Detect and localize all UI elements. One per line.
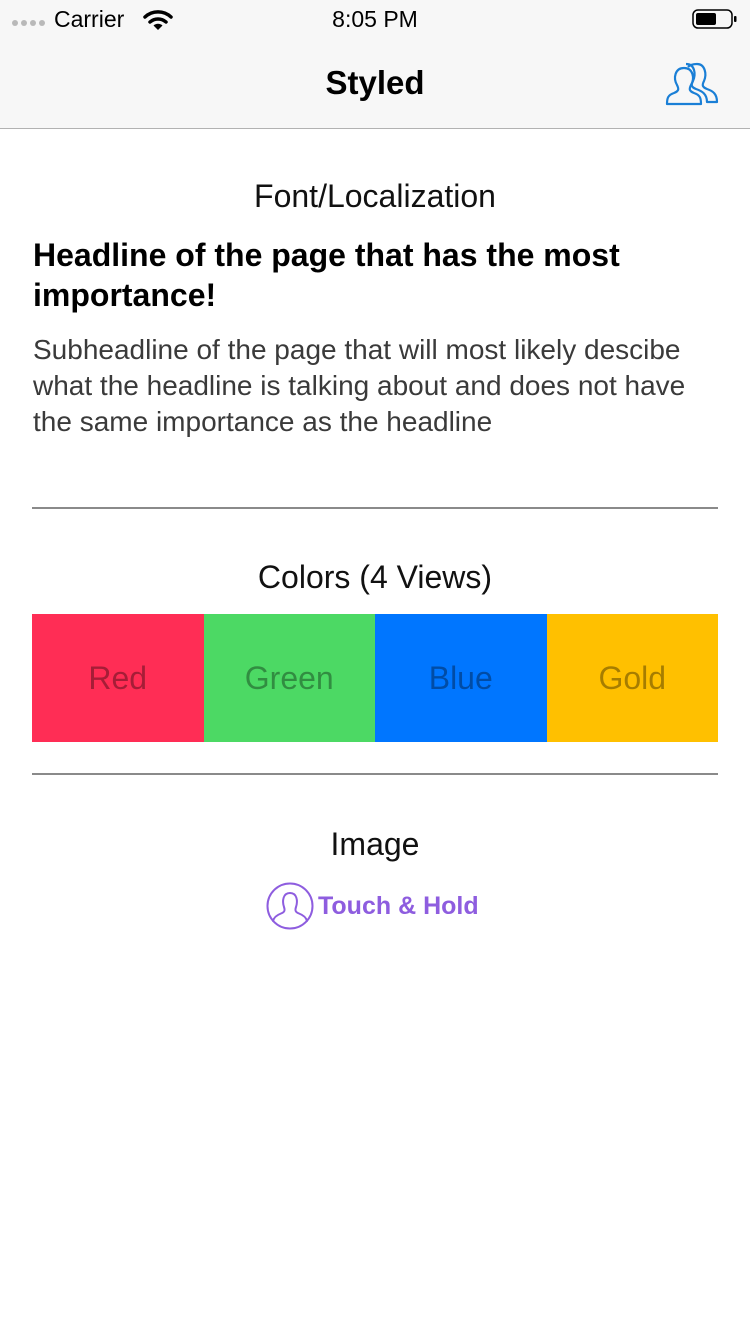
- page-title: Styled: [325, 64, 425, 101]
- swatch-label: Blue: [428, 659, 493, 696]
- subheadline: Subheadline of the page that will most l…: [33, 334, 686, 437]
- swatch-green: Green: [203, 614, 375, 742]
- font-section-title: Font/Localization: [254, 178, 496, 214]
- touch-hold-button[interactable]: Touch & Hold: [266, 882, 479, 930]
- headline: Headline of the page that has the most i…: [33, 237, 620, 313]
- users-icon: [665, 62, 719, 106]
- clock: 8:05 PM: [332, 6, 418, 32]
- swatch-label: Gold: [598, 659, 667, 696]
- swatch-gold: Gold: [546, 614, 718, 742]
- profile-button[interactable]: [664, 60, 722, 108]
- touch-hold-label: Touch & Hold: [318, 891, 479, 920]
- divider: [32, 773, 718, 775]
- swatch-label: Green: [244, 659, 334, 696]
- swatch-label: Red: [88, 659, 148, 696]
- swatch-red: Red: [32, 614, 204, 742]
- navigation-bar: Styled: [0, 40, 750, 129]
- divider: [32, 507, 718, 509]
- color-swatches: Red Green Blue Gold: [32, 614, 718, 742]
- image-section-title: Image: [330, 826, 420, 862]
- user-circle-icon: [266, 882, 314, 930]
- colors-section-title: Colors (4 Views): [257, 559, 493, 595]
- status-bar: Carrier 8:05 PM: [0, 0, 750, 40]
- battery-icon: [692, 9, 737, 29]
- swatch-blue: Blue: [375, 614, 547, 742]
